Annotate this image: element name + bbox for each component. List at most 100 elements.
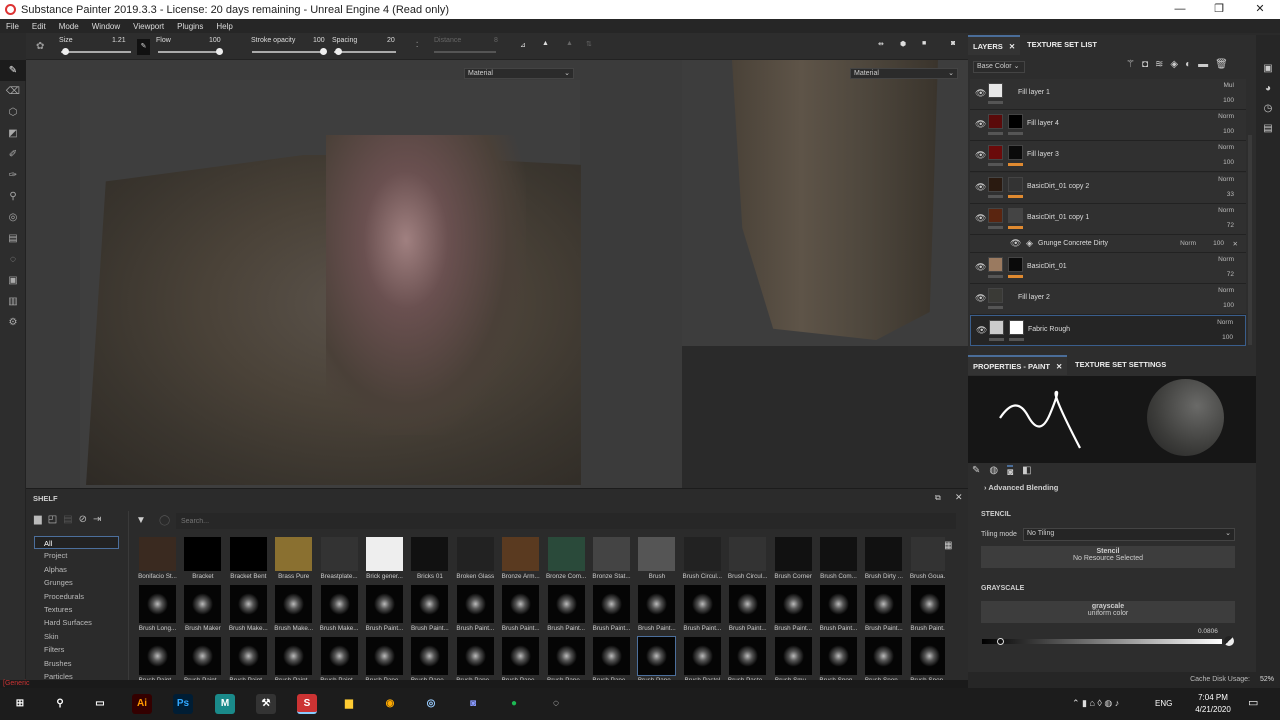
flow-slider[interactable] — [158, 51, 220, 53]
menu-edit[interactable]: Edit — [32, 22, 46, 31]
plugin-icon[interactable]: ▥ — [0, 291, 26, 312]
grayscale-resource-slot[interactable]: grayscale uniform color — [981, 601, 1235, 623]
layer-name[interactable]: Fill layer 1 — [1018, 89, 1050, 96]
lazy-mouse-icon[interactable]: ⁚ — [416, 41, 418, 49]
sync-icon[interactable]: ◌ — [0, 249, 26, 270]
effect-row[interactable]: 👁 ◈ Grunge Concrete Dirty Norm 100 ✕ — [970, 235, 1246, 253]
viewport-3d[interactable]: Material ⌄ — [26, 60, 682, 488]
display-mode-icon[interactable]: ⬢ — [900, 40, 906, 48]
shelf-item[interactable]: Brush Corner — [771, 537, 816, 585]
add-effect-icon[interactable]: ⚚ — [1126, 59, 1135, 70]
brush-tab-icon[interactable]: ✎ — [972, 465, 980, 478]
layer-row[interactable]: 👁 Fill layer 1 Mul 100 — [970, 79, 1246, 110]
add-mask-icon[interactable]: ◘ — [1142, 59, 1148, 70]
shelf-close-icon[interactable]: ✕ — [955, 492, 963, 503]
maya-icon[interactable]: M — [215, 694, 235, 714]
shelf-search-input[interactable] — [176, 513, 956, 529]
effect-name[interactable]: Grunge Concrete Dirty — [1038, 240, 1108, 247]
viewer-settings-icon[interactable]: ◕ — [1256, 79, 1280, 99]
add-fill-layer-icon[interactable]: ◈ — [1170, 59, 1178, 70]
effect-opacity-dropdown[interactable]: 100 — [1213, 240, 1224, 247]
stencil-tab-icon[interactable]: ◙ — [1007, 465, 1014, 478]
refresh-icon[interactable]: ◯ — [159, 515, 170, 526]
color-picker-icon[interactable] — [1224, 636, 1234, 646]
layer-name[interactable]: BasicDirt_01 copy 1 — [1027, 214, 1089, 221]
shelf-item[interactable]: Broken Glass — [453, 537, 498, 585]
paint-brush-tool-icon[interactable]: ✎ — [0, 60, 26, 81]
shelf-item[interactable]: Bracket Bent — [226, 537, 271, 585]
shelf-item[interactable]: Brush Dirty ... — [861, 537, 906, 585]
shelf-item[interactable]: Brush Paint... — [544, 585, 589, 637]
save-shelf-icon[interactable]: ▤ — [63, 514, 72, 525]
shelf-item[interactable]: Brush Paste... — [725, 637, 770, 683]
tab-texture-set-settings[interactable]: TEXTURE SET SETTINGS — [1070, 355, 1171, 375]
shelf-item[interactable]: Brush Paint... — [271, 637, 316, 683]
opacity-dropdown[interactable]: 33 — [1227, 191, 1234, 198]
shelf-item[interactable]: Brush Paint... — [589, 585, 634, 637]
camera-layout-icon[interactable]: ⇹ — [878, 40, 884, 48]
shelf-item[interactable]: Brush Paint... — [362, 585, 407, 637]
chrome-icon[interactable]: ◉ — [380, 694, 400, 714]
symmetry-options-icon[interactable]: ▲ — [566, 40, 573, 47]
shelf-item[interactable]: Brush Spon... — [816, 637, 861, 683]
visibility-eye-icon[interactable]: 👁 — [1010, 238, 1021, 249]
opacity-dropdown[interactable]: 100 — [1222, 334, 1233, 341]
shelf-category-hard-surfaces[interactable]: Hard Surfaces — [26, 616, 128, 629]
stencil-resource-slot[interactable]: Stencil No Resource Selected — [981, 546, 1235, 568]
menu-mode[interactable]: Mode — [59, 22, 79, 31]
shelf-category-all[interactable]: All — [34, 536, 119, 550]
channel-dropdown[interactable]: Base Color ⌄ — [973, 61, 1025, 73]
shelf-item[interactable]: Brush Circul... — [680, 537, 725, 585]
shelf-item[interactable]: Bracket — [180, 537, 225, 585]
shelf-item[interactable]: Brush Goua... — [907, 537, 945, 585]
visibility-eye-icon[interactable]: 👁 — [975, 119, 986, 130]
opacity-dropdown[interactable]: 100 — [1223, 159, 1234, 166]
blend-mode-dropdown[interactable]: Norm — [1218, 113, 1234, 120]
opacity-dropdown[interactable]: 100 — [1223, 302, 1234, 309]
shelf-item[interactable]: Brush Paint... — [135, 637, 180, 683]
pen-pressure-icon[interactable]: ✎ — [137, 39, 150, 55]
shelf-item[interactable]: Brush Paint... — [771, 585, 816, 637]
shelf-item[interactable]: Brick gener... — [362, 537, 407, 585]
blend-mode-dropdown[interactable]: Mul — [1224, 82, 1234, 89]
visibility-eye-icon[interactable]: 👁 — [975, 182, 986, 193]
shelf-item[interactable]: Brush Pape... — [453, 637, 498, 683]
layers-scrollbar[interactable] — [1248, 135, 1252, 345]
shelf-item[interactable]: Brush Circul... — [725, 537, 770, 585]
blend-mode-dropdown[interactable]: Norm — [1218, 144, 1234, 151]
viewport-2d[interactable]: Material ⌄ — [682, 60, 968, 346]
hide-icon[interactable]: ⊘ — [79, 514, 87, 525]
spotify-icon[interactable]: ● — [504, 694, 524, 714]
shelf-item[interactable]: Bonifacio St... — [135, 537, 180, 585]
visibility-eye-icon[interactable]: 👁 — [975, 262, 986, 273]
clock[interactable]: 7:04 PM 4/21/2020 — [1188, 692, 1238, 716]
brush-preset-icon[interactable]: ✿ — [36, 41, 44, 52]
shelf-category-project[interactable]: Project — [26, 549, 128, 562]
shelf-category-brushes[interactable]: Brushes — [26, 657, 128, 670]
shelf-item[interactable]: Brush Make... — [226, 585, 271, 637]
tab-layers[interactable]: LAYERS ✕ — [968, 35, 1021, 55]
add-layer-icon[interactable]: ≋ — [1155, 59, 1163, 70]
tray-icons[interactable]: ⌃ ▮ ⌂ ◊ ◍ ♪ — [1072, 698, 1119, 709]
app-icon[interactable]: ⚒ — [256, 694, 276, 714]
shelf-item[interactable]: Brush Smu... — [771, 637, 816, 683]
shelf-category-textures[interactable]: Textures — [26, 603, 128, 616]
stroke-opacity-handle[interactable] — [320, 48, 327, 55]
shelf-item[interactable]: Brush Paint... — [634, 585, 679, 637]
substance-painter-icon[interactable]: S — [297, 694, 317, 714]
size-value[interactable]: 1.21 — [112, 37, 126, 44]
shelf-item[interactable]: Bricks 01 — [407, 537, 452, 585]
shelf-item[interactable]: Bronze Arm... — [498, 537, 543, 585]
shelf-category-alphas[interactable]: Alphas — [26, 563, 128, 576]
maximize-button[interactable]: ❐ — [1199, 0, 1239, 19]
close-button[interactable]: ✕ — [1240, 0, 1280, 19]
shelf-item[interactable]: Brush Pastel — [680, 637, 725, 683]
settings-icon[interactable]: ⚙ — [0, 312, 26, 333]
alpha-tab-icon[interactable]: ◧ — [1022, 465, 1031, 478]
layer-row[interactable]: 👁 Fill layer 3 Norm 100 — [970, 141, 1246, 173]
spacing-slider[interactable] — [334, 51, 396, 53]
import-icon[interactable]: ⇥ — [93, 514, 101, 525]
steam-icon[interactable]: ◎ — [421, 694, 441, 714]
app-icon-2[interactable]: ◌ — [546, 694, 566, 714]
shelf-item[interactable]: Brush Paint... — [407, 585, 452, 637]
